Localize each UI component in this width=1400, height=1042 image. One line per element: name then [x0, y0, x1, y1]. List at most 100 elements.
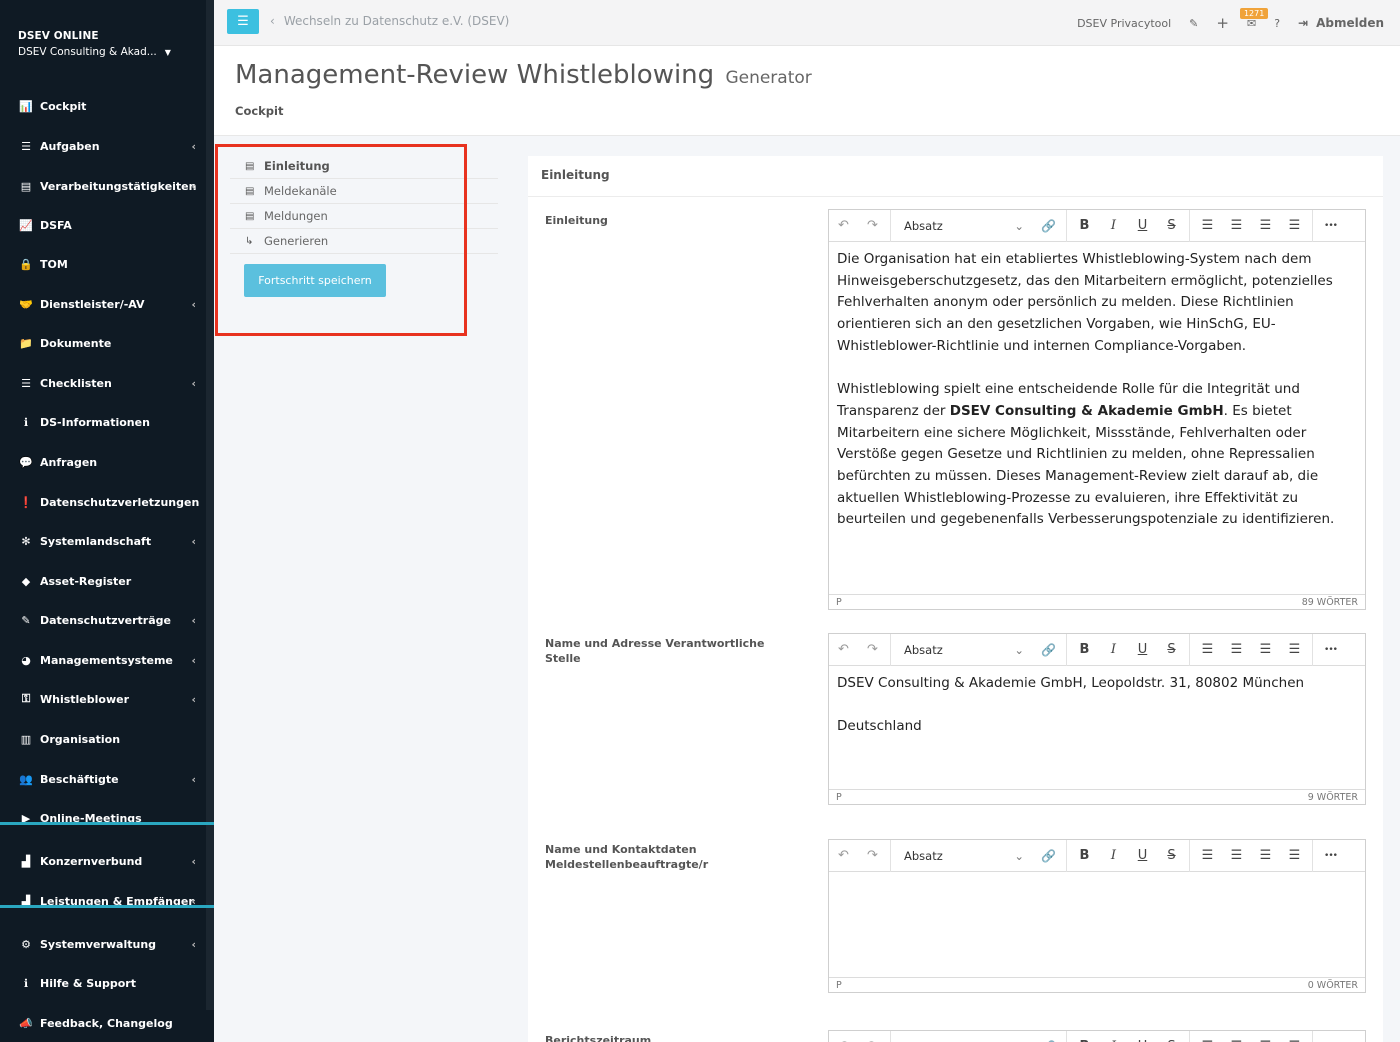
align-justify-icon[interactable]: ☰: [1280, 848, 1309, 863]
strikethrough-icon[interactable]: S: [1157, 848, 1186, 863]
sidebar-item[interactable]: ❗ Datenschutzverletzungen: [0, 484, 206, 520]
editor-content[interactable]: Die Organisation hat ein etabliertes Whi…: [829, 242, 1365, 531]
toolbar-divider: [1066, 209, 1067, 242]
sidebar-item[interactable]: 📈 DSFA: [0, 207, 206, 243]
sidebar-item[interactable]: ⚙ Systemverwaltung ‹: [0, 926, 206, 962]
toolbar-divider: [1189, 633, 1190, 666]
sidebar-item[interactable]: 📊 Cockpit: [0, 88, 206, 124]
messages-button[interactable]: ✉ 1271: [1239, 7, 1269, 30]
editor-statusbar: P 9 WÖRTER: [829, 789, 1365, 804]
sidebar-item[interactable]: 📁 Dokumente: [0, 325, 206, 361]
bold-icon[interactable]: B: [1070, 642, 1099, 657]
privacytool-link[interactable]: DSEV Privacytool: [1077, 17, 1171, 30]
sidebar-item[interactable]: ▟ Konzernverbund ‹: [0, 843, 206, 879]
chevron-left-icon: ‹: [191, 297, 196, 311]
block-format-select[interactable]: Absatz⌄: [894, 1031, 1034, 1042]
align-justify-icon[interactable]: ☰: [1280, 218, 1309, 233]
align-left-icon[interactable]: ☰: [1193, 642, 1222, 657]
sidebar-item[interactable]: ☰ Checklisten ‹: [0, 365, 206, 401]
logout-button[interactable]: ⇥ Abmelden: [1298, 16, 1384, 30]
sidebar-item[interactable]: ℹ Hilfe & Support: [0, 965, 206, 1001]
align-center-icon[interactable]: ☰: [1222, 642, 1251, 657]
more-icon[interactable]: •••: [1316, 851, 1345, 861]
link-icon[interactable]: 🔗: [1034, 219, 1063, 233]
word-count: 0 WÖRTER: [1307, 979, 1358, 991]
align-justify-icon[interactable]: ☰: [1280, 642, 1309, 657]
sidebar-item[interactable]: 🔒 TOM: [0, 246, 206, 282]
rich-text-editor[interactable]: ↶↷Absatz⌄🔗BIUS☰☰☰☰•••: [828, 1030, 1366, 1042]
sidebar-item[interactable]: ◕ Managementsysteme ‹: [0, 642, 206, 678]
menu-toggle-button[interactable]: ☰: [227, 9, 259, 34]
organization-switcher[interactable]: DSEV Consulting & Akad... ▼: [18, 46, 198, 58]
brand[interactable]: DSEV ONLINE DSEV Consulting & Akad... ▼: [18, 30, 198, 58]
align-center-icon[interactable]: ☰: [1222, 218, 1251, 233]
sidebar-item[interactable]: ✎ Datenschutzverträge ‹: [0, 602, 206, 638]
align-right-icon[interactable]: ☰: [1251, 218, 1280, 233]
align-right-icon[interactable]: ☰: [1251, 642, 1280, 657]
align-left-icon[interactable]: ☰: [1193, 848, 1222, 863]
sidebar-item[interactable]: ℹ DS-Informationen: [0, 404, 206, 440]
sidebar-item[interactable]: ☰ Aufgaben ‹: [0, 128, 206, 164]
sidebar-item-label: Verarbeitungstätigkeiten: [40, 179, 197, 193]
block-format-label: Absatz: [904, 642, 943, 657]
align-right-icon[interactable]: ☰: [1251, 848, 1280, 863]
chevron-down-icon: ⌄: [1014, 218, 1024, 233]
block-format-select[interactable]: Absatz⌄: [894, 634, 1034, 666]
block-format-select[interactable]: Absatz⌄: [894, 840, 1034, 872]
align-left-icon[interactable]: ☰: [1193, 218, 1222, 233]
block-format-select[interactable]: Absatz⌄: [894, 210, 1034, 242]
sidebar-item[interactable]: 🤝 Dienstleister/-AV ‹: [0, 286, 206, 322]
help-button[interactable]: ?: [1274, 17, 1280, 30]
rich-text-editor[interactable]: ↶ ↷ Absatz ⌄ 🔗 B I U S ☰ ☰ ☰ ☰ ••• DSEV Consulting & A…: [828, 633, 1366, 805]
company-name: DSEV Consulting & Akademie GmbH: [949, 402, 1224, 419]
element-path[interactable]: P: [836, 792, 842, 803]
sidebar-item[interactable]: ▶ Online-Meetings: [0, 800, 206, 836]
undo-icon[interactable]: ↶: [829, 218, 858, 233]
line-chart-icon: 📈: [19, 218, 33, 232]
sidebar-item[interactable]: ▤ Verarbeitungstätigkeiten ‹: [0, 168, 206, 204]
undo-icon[interactable]: ↶: [829, 642, 858, 657]
underline-icon[interactable]: U: [1128, 848, 1157, 863]
sidebar-scrollbar[interactable]: [206, 0, 214, 1010]
strikethrough-icon[interactable]: S: [1157, 642, 1186, 657]
sidebar-item[interactable]: ◆ Asset-Register: [0, 563, 206, 599]
underline-icon[interactable]: U: [1128, 642, 1157, 657]
hamburger-icon: ☰: [237, 14, 249, 29]
italic-icon[interactable]: I: [1099, 848, 1128, 863]
bold-icon[interactable]: B: [1070, 848, 1099, 863]
italic-icon[interactable]: I: [1099, 642, 1128, 657]
edit-button[interactable]: ✎: [1189, 17, 1198, 30]
chevron-left-icon: ‹: [191, 376, 196, 390]
add-button[interactable]: +: [1216, 14, 1229, 32]
sidebar-item[interactable]: ⚿ Whistleblower ‹: [0, 681, 206, 717]
sidebar: DSEV ONLINE DSEV Consulting & Akad... ▼ …: [0, 0, 214, 1042]
align-center-icon[interactable]: ☰: [1222, 848, 1251, 863]
sidebar-item[interactable]: ▥ Organisation: [0, 721, 206, 757]
switch-organization-link[interactable]: ‹ Wechseln zu Datenschutz e.V. (DSEV): [270, 14, 509, 28]
editor-content[interactable]: [829, 872, 1365, 879]
sidebar-item[interactable]: 👥 Beschäftigte ‹: [0, 761, 206, 797]
sidebar-item[interactable]: 📣 Feedback, Changelog: [0, 1005, 206, 1041]
underline-icon[interactable]: U: [1128, 218, 1157, 233]
bold-icon[interactable]: B: [1070, 218, 1099, 233]
element-path[interactable]: P: [836, 980, 842, 991]
editor-content[interactable]: DSEV Consulting & Akademie GmbH, Leopold…: [829, 666, 1365, 738]
link-icon[interactable]: 🔗: [1034, 643, 1063, 657]
sidebar-item[interactable]: ✻ Systemlandschaft ‹: [0, 523, 206, 559]
undo-icon[interactable]: ↶: [829, 848, 858, 863]
link-icon[interactable]: 🔗: [1034, 849, 1063, 863]
sidebar-item[interactable]: ▟ Leistungen & Empfänger ‹: [0, 883, 206, 919]
field-label: Name und Adresse Verantwortliche Stelle: [545, 637, 765, 665]
rich-text-editor[interactable]: ↶ ↷ Absatz ⌄ 🔗 B I U S ☰ ☰ ☰ ☰ ••• Die Organisation ha…: [828, 209, 1366, 610]
redo-icon[interactable]: ↷: [858, 642, 887, 657]
more-icon[interactable]: •••: [1316, 221, 1345, 231]
chevron-left-icon: ‹: [191, 534, 196, 548]
element-path[interactable]: P: [836, 597, 842, 608]
rich-text-editor[interactable]: ↶ ↷ Absatz ⌄ 🔗 B I U S ☰ ☰ ☰ ☰ ••• P 0 WÖRTER: [828, 839, 1366, 993]
redo-icon[interactable]: ↷: [858, 218, 887, 233]
italic-icon[interactable]: I: [1099, 218, 1128, 233]
strikethrough-icon[interactable]: S: [1157, 218, 1186, 233]
more-icon[interactable]: •••: [1316, 645, 1345, 655]
sidebar-item[interactable]: 💬 Anfragen: [0, 444, 206, 480]
redo-icon[interactable]: ↷: [858, 848, 887, 863]
